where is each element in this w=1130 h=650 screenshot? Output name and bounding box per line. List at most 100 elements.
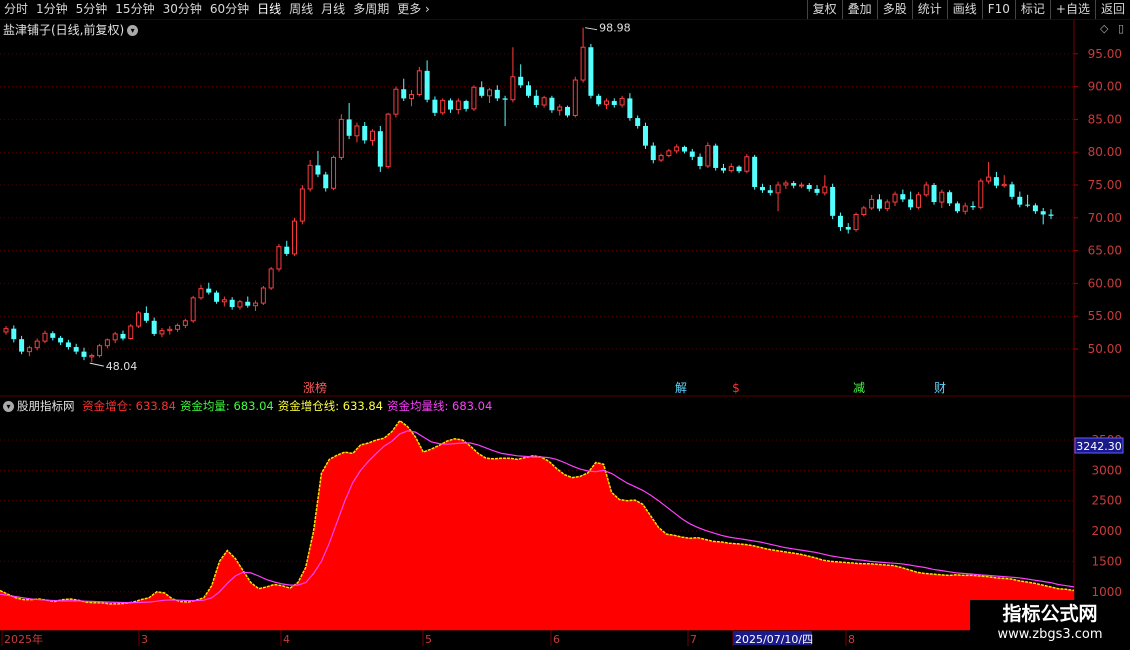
candle-body-28 [221,299,227,303]
candle-body-9 [73,347,79,352]
time-label-5: 7 [690,633,697,646]
candle-body-25 [198,288,204,299]
candle-body-121 [947,192,953,204]
candle-body-23 [182,320,188,326]
event-marker-4: 财 [934,381,946,395]
candle-body-18 [143,312,149,321]
candle-body-44 [346,119,352,136]
candle-body-37 [292,220,298,255]
candle-body-73 [572,79,578,116]
candle-body-33 [260,287,266,304]
low-price-label: 48.04 [106,360,138,373]
ind-axis-label-4: 1500 [1091,554,1122,568]
candle-body-41 [323,174,329,189]
candle-body-82 [642,125,648,146]
candle-body-74 [580,46,586,81]
candle-body-128 [1001,183,1007,187]
candle-body-61 [479,87,485,96]
candle-body-97 [759,186,765,191]
time-label-7: 8 [848,633,855,646]
price-label-3: 80.00 [1088,145,1122,159]
candle-body-111 [869,198,875,209]
candle-body-39 [307,164,313,190]
candle-body-134 [1048,214,1054,216]
event-marker-1: 解 [675,381,687,395]
candle-body-99 [775,184,781,194]
candle-body-71 [557,106,563,111]
ind-axis-label-3: 2000 [1091,524,1122,538]
candle-body-113 [884,201,890,210]
candle-body-26 [206,288,212,293]
candle-body-5 [42,332,48,342]
candle-body-100 [783,182,789,186]
candle-body-123 [962,205,968,212]
candle-body-125 [978,180,984,208]
candle-body-96 [752,156,758,187]
watermark-url: www.zbgs3.com [997,627,1103,642]
price-label-8: 55.00 [1088,309,1122,323]
candle-body-102 [798,184,804,187]
candle-body-116 [908,199,914,208]
candle-body-70 [549,97,555,111]
candle-body-3 [26,347,32,353]
candle-body-86 [674,146,680,152]
candle-body-2 [19,339,25,352]
candle-body-95 [744,156,750,172]
candle-body-110 [861,207,867,216]
candle-body-132 [1032,205,1038,212]
candle-body-22 [175,324,181,330]
candle-body-27 [214,292,220,302]
time-label-0: 2025年 [4,632,43,646]
ind-axis-label-2: 2500 [1091,494,1122,508]
candle-body-56 [440,99,446,114]
time-label-6: 2025/07/10/四 [735,633,813,646]
candle-body-120 [939,191,945,203]
candle-body-20 [159,330,165,335]
price-label-1: 90.00 [1088,80,1122,94]
candle-body-50 [393,88,399,115]
candle-body-59 [463,101,469,109]
chart-canvas[interactable]: 95.00 90.00 85.00 80.00 75.00 70.00 65.00 60.00… [0,0,1130,650]
candle-body-32 [253,302,259,307]
candle-body-7 [58,337,64,343]
candle-body-45 [354,125,360,137]
time-label-1: 3 [141,633,148,646]
price-label-0: 95.00 [1088,47,1122,61]
candle-body-36 [284,246,290,254]
price-label-2: 85.00 [1088,112,1122,126]
high-price-label: 98.98 [599,22,631,35]
candle-body-40 [315,165,321,175]
candle-body-24 [190,297,196,322]
candle-body-66 [518,76,524,86]
candle-body-81 [635,118,641,126]
candle-body-77 [603,100,609,105]
candle-body-118 [923,184,929,196]
candle-body-92 [720,167,726,171]
candle-body-109 [853,214,859,231]
candle-body-129 [1009,184,1015,197]
candle-body-93 [728,166,734,172]
candle-body-0 [3,328,9,333]
candle-body-58 [455,100,461,111]
high-price-pointer [585,27,598,31]
candle-body-55 [432,99,438,113]
price-label-7: 60.00 [1088,276,1122,290]
time-label-3: 5 [425,633,432,646]
candle-body-114 [892,193,898,203]
candle-body-104 [814,188,820,193]
candle-body-98 [767,190,773,193]
candle-body-35 [276,246,282,270]
candle-body-84 [658,154,664,161]
watermark-title: 指标公式网 [1002,603,1098,625]
candle-body-31 [245,301,251,306]
candle-body-72 [564,106,570,116]
price-label-9: 50.00 [1088,342,1122,356]
event-marker-0: 涨榜 [303,380,327,395]
fund-position-area [0,420,1074,630]
candle-body-91 [713,145,719,168]
candle-body-103 [806,185,812,189]
candle-body-43 [338,118,344,158]
candle-body-112 [876,199,882,209]
candle-body-54 [424,70,430,100]
candle-body-63 [494,89,500,99]
